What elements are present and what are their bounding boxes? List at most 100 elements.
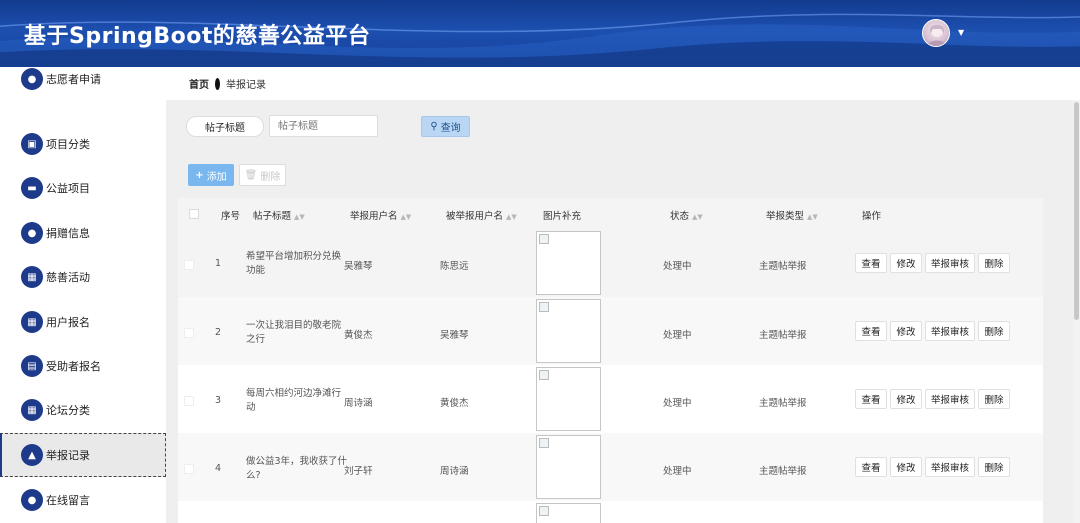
delete-row-button[interactable]: 删除 <box>978 253 1010 273</box>
row-checkbox[interactable] <box>184 328 194 338</box>
sidebar-item-report-records[interactable]: ▲ 举报记录 <box>0 433 166 477</box>
broken-image-icon <box>539 302 549 312</box>
select-all-checkbox[interactable] <box>189 209 199 219</box>
sort-icon[interactable]: ▲▼ <box>692 213 703 221</box>
sidebar-item-forum-category[interactable]: ▦ 论坛分类 <box>0 388 166 432</box>
view-button[interactable]: 查看 <box>855 321 887 341</box>
clipboard-icon: ▤ <box>21 355 43 377</box>
sort-icon[interactable]: ▲▼ <box>506 213 517 221</box>
delete-row-button[interactable]: 删除 <box>978 457 1010 477</box>
delete-row-button[interactable]: 删除 <box>978 389 1010 409</box>
sidebar-item-activity[interactable]: ▦ 慈善活动 <box>0 255 166 299</box>
scrollbar[interactable] <box>1073 100 1080 523</box>
table-row: 1 希望平台增加积分兑换 功能 吴雅琴 陈思远 处理中 主题帖举报 查看 修改 … <box>178 229 1043 297</box>
sidebar-item-user-signup[interactable]: ▦ 用户报名 <box>0 300 166 344</box>
cell-index: 4 <box>215 463 222 474</box>
sidebar-item-label: 举报记录 <box>46 449 90 462</box>
edit-button[interactable]: 修改 <box>890 321 922 341</box>
review-button[interactable]: 举报审核 <box>925 457 975 477</box>
sidebar-item-label: 志愿者申请 <box>46 73 101 86</box>
breadcrumb-separator-icon <box>215 77 220 90</box>
sidebar-item-project-category[interactable]: ▣ 项目分类 <box>0 122 166 166</box>
column-header-type[interactable]: 举报类型 ▲▼ <box>766 208 818 222</box>
cell-title-line: 希望平台增加积分兑换 <box>246 251 342 262</box>
briefcase-icon: ▣ <box>21 133 43 155</box>
row-checkbox[interactable] <box>184 396 194 406</box>
cell-title: 每周六相约河边净滩行 动 <box>246 387 341 415</box>
review-button[interactable]: 举报审核 <box>925 389 975 409</box>
edit-button[interactable]: 修改 <box>890 457 922 477</box>
cell-status: 处理中 <box>663 261 692 272</box>
table-row: 3 每周六相约河边净滩行 动 周诗涵 黄俊杰 处理中 主题帖举报 查看 修改 举… <box>178 365 1043 433</box>
add-button[interactable]: + 添加 <box>188 164 234 186</box>
cell-title-line: 么? <box>246 470 261 481</box>
cell-reported: 周诗涵 <box>440 466 469 477</box>
user-icon: ● <box>21 68 43 90</box>
app-header: 基于SpringBoot的慈善公益平台 <box>0 0 1080 67</box>
column-header-status[interactable]: 状态 ▲▼ <box>670 208 703 222</box>
thumb-icon: ▲ <box>21 444 43 466</box>
cell-reporter: 吴雅琴 <box>344 261 373 272</box>
user-icon: ● <box>21 489 43 511</box>
row-checkbox[interactable] <box>184 260 194 270</box>
cell-status: 处理中 <box>663 398 692 409</box>
search-input[interactable] <box>269 115 378 137</box>
cell-reported: 陈思远 <box>440 261 469 272</box>
column-header-label: 状态 <box>670 211 690 222</box>
cell-type: 主题帖举报 <box>759 398 807 409</box>
view-button[interactable]: 查看 <box>855 389 887 409</box>
query-button[interactable]: ⚲ 查询 <box>421 116 470 137</box>
cell-title-line: 之行 <box>246 334 266 345</box>
cell-type: 主题帖举报 <box>759 261 807 272</box>
broken-image-icon <box>539 370 549 380</box>
image-placeholder <box>536 231 601 295</box>
cell-index: 3 <box>215 395 222 406</box>
cell-index: 1 <box>215 258 222 269</box>
broken-image-icon <box>539 438 549 448</box>
review-button[interactable]: 举报审核 <box>925 321 975 341</box>
location-icon: ● <box>21 222 43 244</box>
image-placeholder <box>536 367 601 431</box>
delete-row-button[interactable]: 删除 <box>978 321 1010 341</box>
sidebar-item-messages[interactable]: ● 在线留言 <box>0 478 166 522</box>
cell-title: 希望平台增加积分兑换 功能 <box>246 250 341 278</box>
grid-icon: ▦ <box>21 399 43 421</box>
row-checkbox[interactable] <box>184 464 194 474</box>
view-button[interactable]: 查看 <box>855 457 887 477</box>
column-header-label: 举报用户名 <box>350 211 398 222</box>
sort-icon[interactable]: ▲▼ <box>401 213 412 221</box>
sidebar-item-label: 在线留言 <box>46 494 90 507</box>
cell-title-line: 做公益3年，我收获了什 <box>246 456 348 467</box>
caret-down-icon[interactable]: ▼ <box>958 28 964 37</box>
column-header-reporter[interactable]: 举报用户名 ▲▼ <box>350 208 411 222</box>
review-button[interactable]: 举报审核 <box>925 253 975 273</box>
cell-title: 一次让我泪目的敬老院 之行 <box>246 319 341 347</box>
sidebar-item-charity-project[interactable]: ▬ 公益项目 <box>0 166 166 210</box>
table-header: 序号 帖子标题 ▲▼ 举报用户名 ▲▼ 被举报用户名 ▲▼ 图片补充 状态 ▲▼ 举报类… <box>178 198 1043 229</box>
edit-button[interactable]: 修改 <box>890 389 922 409</box>
cell-title-line: 动 <box>246 402 256 413</box>
search-field-label: 帖子标题 <box>186 116 264 137</box>
cell-index: 2 <box>215 327 222 338</box>
edit-button[interactable]: 修改 <box>890 253 922 273</box>
chat-icon: ▬ <box>21 177 43 199</box>
sort-icon[interactable]: ▲▼ <box>807 213 818 221</box>
user-avatar[interactable] <box>922 19 950 47</box>
add-button-label: 添加 <box>206 171 227 183</box>
sidebar-item-label: 论坛分类 <box>46 404 90 417</box>
image-placeholder <box>536 299 601 363</box>
cell-status: 处理中 <box>663 466 692 477</box>
sidebar-item-label: 慈善活动 <box>46 271 90 284</box>
column-header-title[interactable]: 帖子标题 ▲▼ <box>253 208 305 222</box>
column-header-label: 被举报用户名 <box>446 211 504 222</box>
scrollbar-thumb[interactable] <box>1074 102 1079 320</box>
sort-icon[interactable]: ▲▼ <box>294 213 305 221</box>
sidebar-item-donation[interactable]: ● 捐赠信息 <box>0 211 166 255</box>
sidebar-item-label: 捐赠信息 <box>46 227 90 240</box>
column-header-reported[interactable]: 被举报用户名 ▲▼ <box>446 208 517 222</box>
breadcrumb-home[interactable]: 首页 <box>189 76 209 91</box>
delete-button[interactable]: 🗑 删除 <box>239 164 286 186</box>
sidebar-item-recipient-signup[interactable]: ▤ 受助者报名 <box>0 344 166 388</box>
view-button[interactable]: 查看 <box>855 253 887 273</box>
sidebar-item-volunteer[interactable]: ● 志愿者申请 <box>0 67 166 101</box>
